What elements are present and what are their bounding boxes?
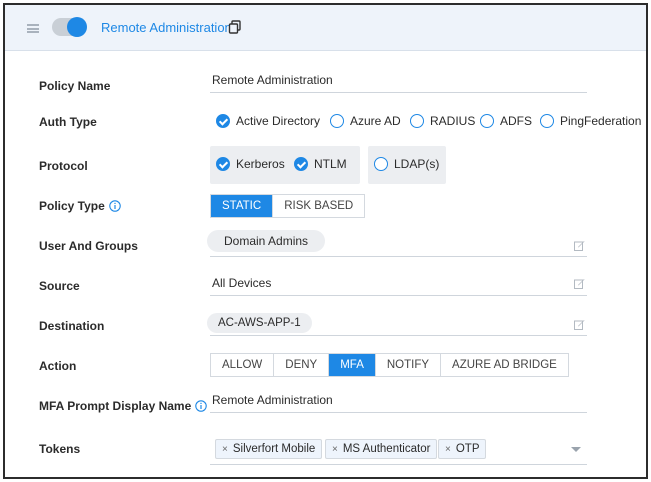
policy-type-label: Policy Type: [39, 199, 121, 213]
token-tag: × OTP: [438, 439, 487, 459]
policy-title: Remote Administration: [101, 20, 232, 35]
policy-panel: Remote Administration Policy Name Remote…: [3, 3, 648, 479]
policy-name-input[interactable]: Remote Administration: [210, 71, 587, 93]
policy-type-segmented: STATIC RISK BASED: [210, 194, 366, 218]
mfa-prompt-input[interactable]: Remote Administration: [210, 391, 587, 413]
edit-icon[interactable]: [574, 319, 585, 330]
policy-name-label: Policy Name: [39, 79, 111, 93]
action-notify-button[interactable]: NOTIFY: [375, 354, 442, 376]
action-deny-button[interactable]: DENY: [274, 354, 330, 376]
chevron-down-icon[interactable]: [571, 447, 581, 452]
protocol-label: Protocol: [39, 159, 88, 173]
protocol-kerberos-ntlm-group: Kerberos NTLM: [210, 146, 360, 184]
radio-unchecked-icon: [540, 114, 554, 128]
checkbox-unchecked-icon: [374, 157, 388, 171]
checkbox-checked-icon: [216, 157, 230, 171]
radio-unchecked-icon: [330, 114, 344, 128]
hamburger-icon[interactable]: [27, 24, 39, 33]
policy-header: Remote Administration: [5, 5, 646, 51]
token-tag: × MS Authenticator: [325, 439, 438, 459]
destination-label: Destination: [39, 319, 105, 333]
source-label: Source: [39, 279, 80, 293]
toggle-knob: [67, 17, 87, 37]
source-value: All Devices: [212, 276, 272, 290]
mfa-prompt-value: Remote Administration: [212, 393, 333, 407]
action-label: Action: [39, 359, 77, 373]
copy-icon[interactable]: [228, 20, 242, 34]
edit-icon[interactable]: [574, 278, 585, 289]
action-azure-ad-bridge-button[interactable]: AZURE AD BRIDGE: [441, 354, 568, 376]
action-allow-button[interactable]: ALLOW: [211, 354, 275, 376]
policy-name-value: Remote Administration: [212, 73, 333, 87]
radio-unchecked-icon: [480, 114, 494, 128]
policy-type-risk-based-button[interactable]: RISK BASED: [273, 195, 365, 217]
info-icon[interactable]: [109, 200, 121, 212]
action-segmented: ALLOW DENY MFA NOTIFY AZURE AD BRIDGE: [210, 353, 569, 377]
auth-type-label: Auth Type: [39, 115, 97, 129]
tokens-label: Tokens: [39, 442, 81, 456]
users-groups-label: User And Groups: [39, 239, 138, 253]
destination-chip[interactable]: AC-AWS-APP-1: [207, 313, 312, 333]
protocol-ldap-group: LDAP(s): [368, 146, 446, 184]
mfa-prompt-label: MFA Prompt Display Name: [39, 399, 208, 413]
edit-icon[interactable]: [574, 240, 585, 251]
policy-type-static-button[interactable]: STATIC: [211, 195, 274, 217]
remove-tag-icon[interactable]: ×: [222, 444, 228, 455]
info-icon[interactable]: [195, 400, 208, 412]
action-mfa-button[interactable]: MFA: [329, 354, 376, 376]
radio-checked-icon: [216, 114, 230, 128]
checkbox-checked-icon: [294, 157, 308, 171]
remove-tag-icon[interactable]: ×: [445, 444, 451, 455]
policy-enabled-toggle[interactable]: [52, 17, 87, 37]
remove-tag-icon[interactable]: ×: [332, 444, 338, 455]
source-field[interactable]: All Devices: [210, 274, 587, 296]
token-tag: × Silverfort Mobile: [215, 439, 323, 459]
users-groups-chip[interactable]: Domain Admins: [207, 230, 326, 252]
radio-unchecked-icon: [410, 114, 424, 128]
